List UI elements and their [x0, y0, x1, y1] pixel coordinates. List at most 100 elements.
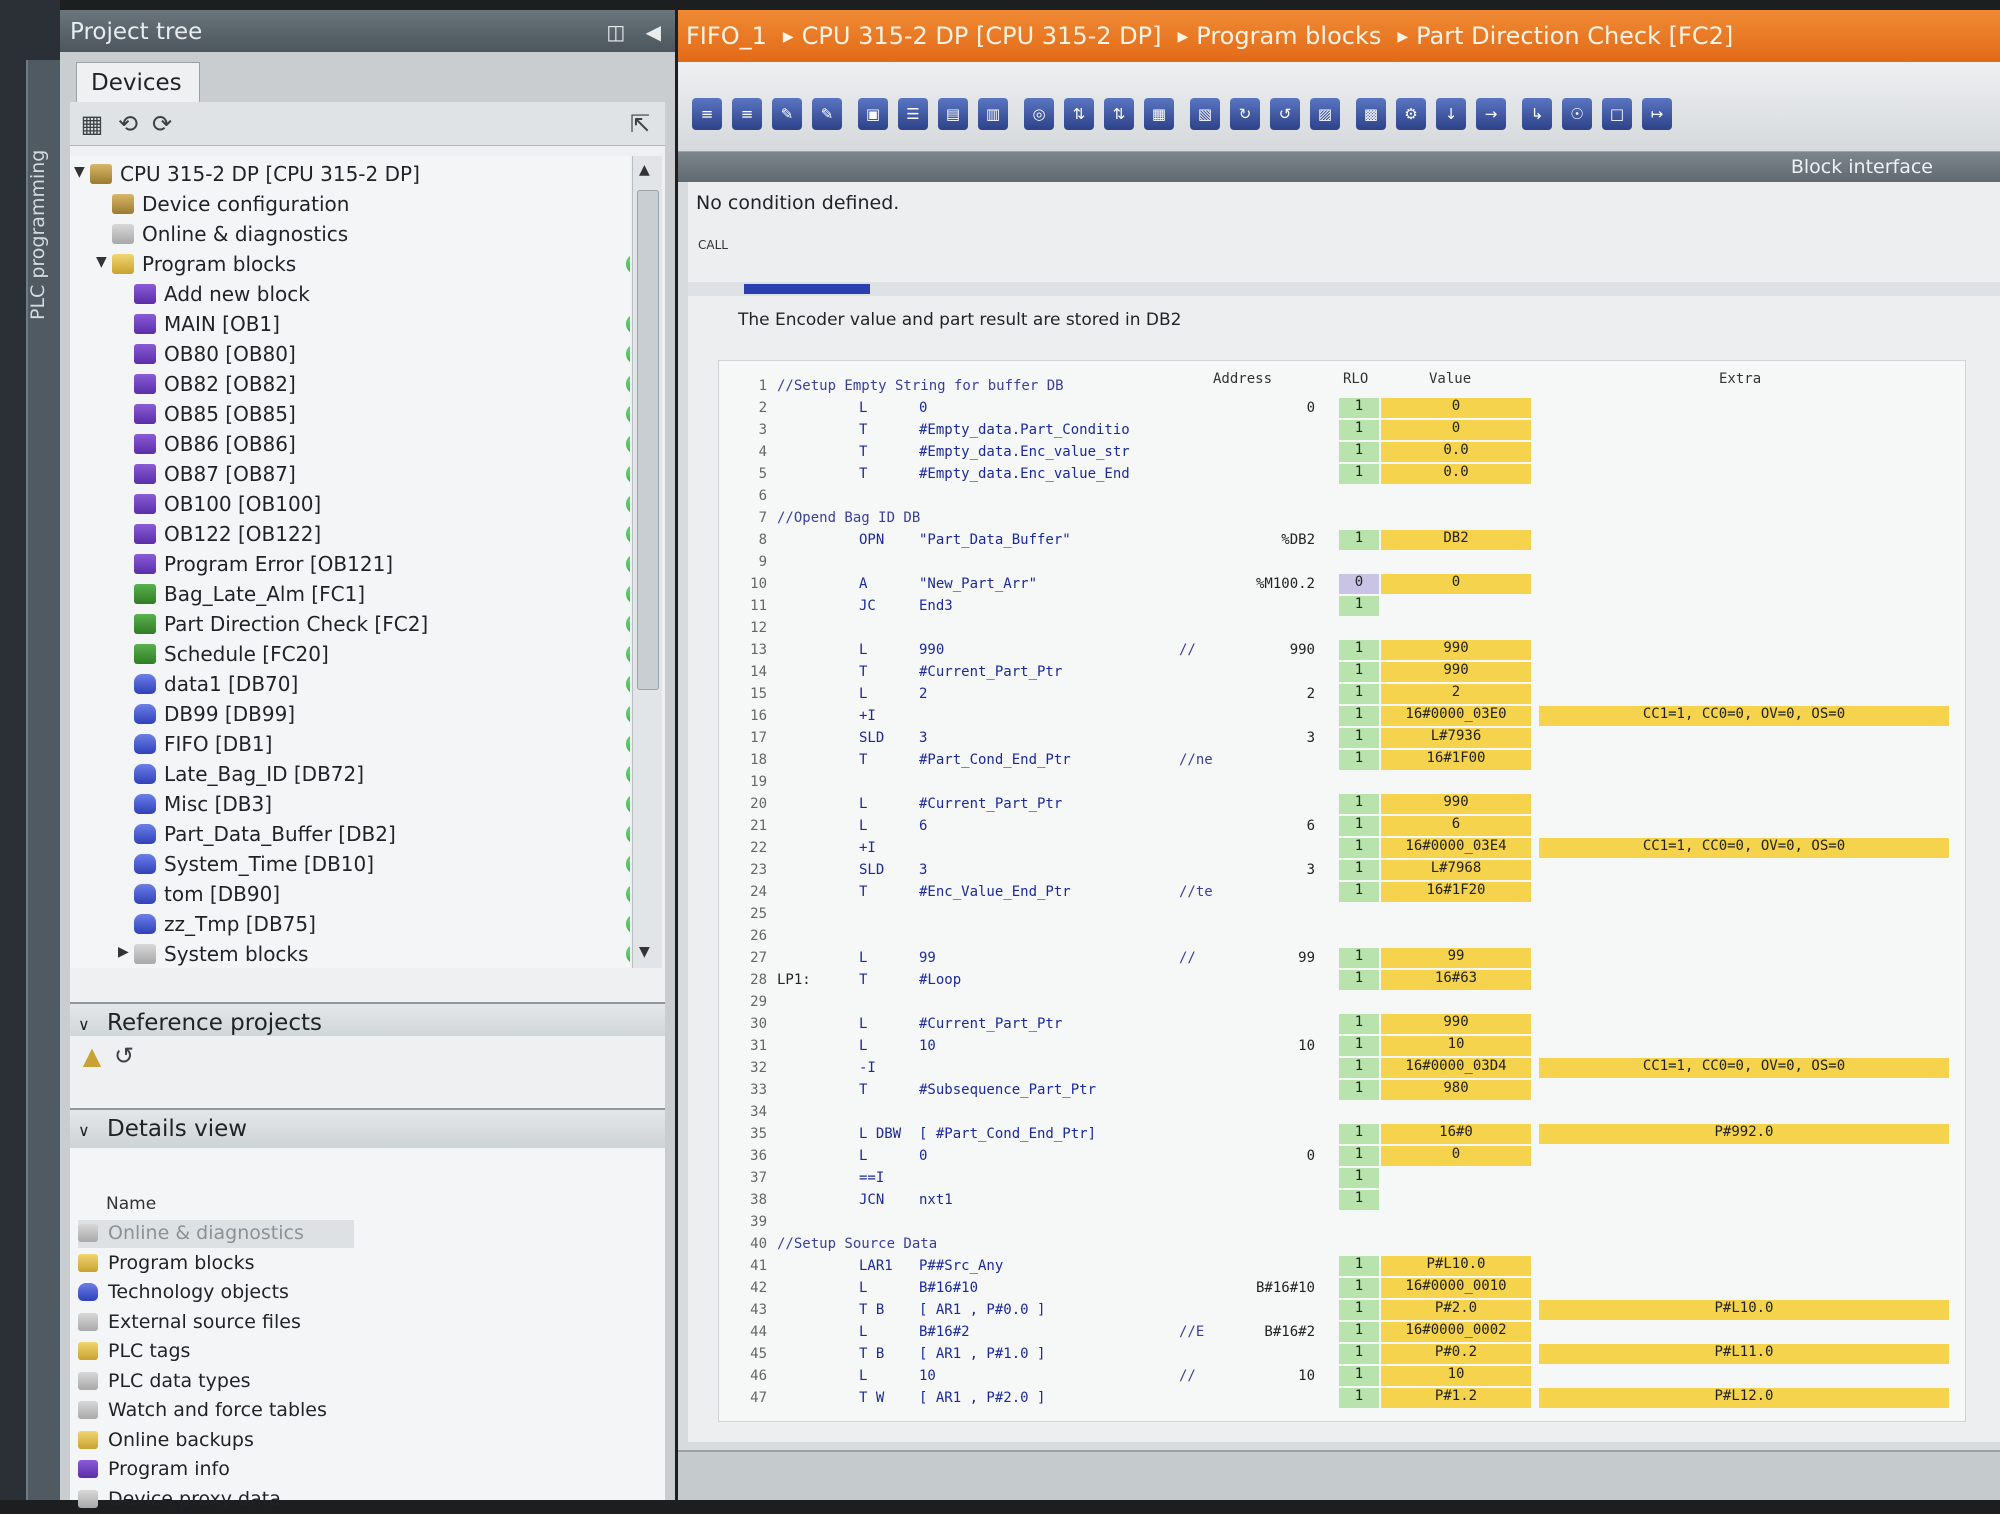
tree-item[interactable]: data1 [DB70]: [70, 670, 630, 700]
close-block-icon[interactable]: ↦: [1642, 98, 1672, 130]
code-line[interactable]: 43 T B [ AR1 , P#0.0 ] 1 P#2.0 P#L10.0: [719, 1299, 1967, 1321]
details-item[interactable]: PLC tags: [78, 1338, 638, 1366]
monitor-icon[interactable]: ▩: [1356, 98, 1386, 130]
tree-item[interactable]: ▶ System blocks: [70, 940, 630, 968]
details-view-header[interactable]: ∨ Details view: [70, 1108, 665, 1148]
go-next-icon[interactable]: →: [1476, 98, 1506, 130]
code-line[interactable]: 38 JCN nxt1 1: [719, 1189, 1967, 1211]
tree-item[interactable]: zz_Tmp [DB75]: [70, 910, 630, 940]
code-line[interactable]: 45 T B [ AR1 , P#1.0 ] 1 P#0.2 P#L11.0: [719, 1343, 1967, 1365]
tree-item[interactable]: OB82 [OB82]: [70, 370, 630, 400]
jump-icon[interactable]: ↳: [1522, 98, 1552, 130]
code-line[interactable]: 20 L #Current_Part_Ptr 1 990: [719, 793, 1967, 815]
tree-item[interactable]: ▼ Program blocks: [70, 250, 630, 280]
new-device-icon[interactable]: ▦: [78, 110, 106, 138]
code-line[interactable]: 33 T #Subsequence_Part_Ptr 1 980: [719, 1079, 1967, 1101]
breadcrumb-item[interactable]: CPU 315-2 DP [CPU 315-2 DP]: [802, 22, 1162, 50]
tree-item[interactable]: Device configuration: [70, 190, 630, 220]
code-line[interactable]: 10 A "New_Part_Arr" %M100.2 0 0: [719, 573, 1967, 595]
code-line[interactable]: 15 L 2 2 1 2: [719, 683, 1967, 705]
code-line[interactable]: 24 T #Enc_Value_End_Ptr //te 1 16#1F20: [719, 881, 1967, 903]
code-line[interactable]: 28 LP1: T #Loop 1 16#63: [719, 969, 1967, 991]
tree-item[interactable]: ▼ CPU 315-2 DP [CPU 315-2 DP]: [70, 160, 630, 190]
tree-item[interactable]: FIFO [DB1]: [70, 730, 630, 760]
tree-item[interactable]: Late_Bag_ID [DB72]: [70, 760, 630, 790]
code-line[interactable]: 17 SLD 3 3 1 L#7936: [719, 727, 1967, 749]
tree-item[interactable]: Online & diagnostics: [70, 220, 630, 250]
block-interface-bar[interactable]: Block interface: [678, 152, 2000, 182]
code-line[interactable]: 2L0010: [719, 397, 1967, 419]
tree-item[interactable]: Part Direction Check [FC2]: [70, 610, 630, 640]
tree-item[interactable]: OB122 [OB122]: [70, 520, 630, 550]
code-line[interactable]: 13 L 990//990 1 990: [719, 639, 1967, 661]
list-view-icon[interactable]: ☰: [898, 98, 928, 130]
tree-scroll-thumb[interactable]: [637, 190, 659, 690]
code-line[interactable]: 18 T #Part_Cond_End_Ptr //ne 1 16#1F00: [719, 749, 1967, 771]
collapse-arrow-icon[interactable]: ▶: [118, 944, 129, 960]
details-name-column[interactable]: Name: [106, 1194, 156, 1214]
code-line[interactable]: 44 L B#16#2 //E B#16#2 1 16#0000_0002: [719, 1321, 1967, 1343]
code-line[interactable]: 22 +I 1 16#0000_03E4 CC1=1, CC0=0, OV=0, OS=…: [719, 837, 1967, 859]
code-line[interactable]: 19: [719, 771, 1967, 793]
watch-icon[interactable]: ☉: [1562, 98, 1592, 130]
details-item[interactable]: Program blocks: [78, 1250, 638, 1278]
settings-icon[interactable]: ⚙: [1396, 98, 1426, 130]
tree-item[interactable]: Bag_Late_Alm [FC1]: [70, 580, 630, 610]
details-item[interactable]: Program info: [78, 1456, 638, 1484]
tree-item[interactable]: Schedule [FC20]: [70, 640, 630, 670]
expand-icon[interactable]: ▤: [938, 98, 968, 130]
code-line[interactable]: 27 L 99//99 1 99: [719, 947, 1967, 969]
code-line[interactable]: 31 L 10 10 1 10: [719, 1035, 1967, 1057]
details-item[interactable]: Online & diagnostics: [78, 1220, 354, 1248]
tree-item[interactable]: OB86 [OB86]: [70, 430, 630, 460]
code-line[interactable]: 47 T W [ AR1 , P#2.0 ] 1 P#1.2 P#L12.0: [719, 1387, 1967, 1409]
move-up-icon[interactable]: ⇅: [1064, 98, 1094, 130]
frame-icon[interactable]: □: [1602, 98, 1632, 130]
absolute-icon[interactable]: ▦: [1144, 98, 1174, 130]
code-line[interactable]: 36 L 0 0 1 0: [719, 1145, 1967, 1167]
details-item[interactable]: Watch and force tables: [78, 1397, 638, 1425]
network-comment[interactable]: The Encoder value and part result are st…: [738, 310, 1181, 330]
network-view-icon[interactable]: ▣: [858, 98, 888, 130]
code-line[interactable]: 42 L B#16#10 B#16#10 1 16#0000_0010: [719, 1277, 1967, 1299]
code-line[interactable]: 21 L 6 6 1 6: [719, 815, 1967, 837]
code-line[interactable]: 40 //Setup Source Data: [719, 1233, 1967, 1255]
code-line[interactable]: 4 T #Empty_data.Enc_value_str 1 0.0: [719, 441, 1967, 463]
edit-all-icon[interactable]: ✎: [812, 98, 842, 130]
code-line[interactable]: 30 L #Current_Part_Ptr 1 990: [719, 1013, 1967, 1035]
tree-item[interactable]: OB87 [OB87]: [70, 460, 630, 490]
tree-item[interactable]: Misc [DB3]: [70, 790, 630, 820]
code-line[interactable]: 16 +I 1 16#0000_03E0 CC1=1, CC0=0, OV=0, OS=…: [719, 705, 1967, 727]
collapse-icon[interactable]: ▥: [978, 98, 1008, 130]
edit-icon[interactable]: ✎: [772, 98, 802, 130]
code-line[interactable]: 39: [719, 1211, 1967, 1233]
undo-icon[interactable]: ↺: [1270, 98, 1300, 130]
code-line[interactable]: 7 //Opend Bag ID DB: [719, 507, 1967, 529]
code-line[interactable]: 34: [719, 1101, 1967, 1123]
code-line[interactable]: 12: [719, 617, 1967, 639]
breadcrumb-item[interactable]: FIFO_1: [686, 22, 767, 50]
expand-arrow-icon[interactable]: ▼: [96, 254, 107, 270]
details-item[interactable]: External source files: [78, 1309, 638, 1337]
code-line[interactable]: 3 T #Empty_data.Part_Conditio 1 0: [719, 419, 1967, 441]
tree-item[interactable]: Part_Data_Buffer [DB2]: [70, 820, 630, 850]
code-line[interactable]: 5 T #Empty_data.Enc_value_End 1 0.0: [719, 463, 1967, 485]
code-line[interactable]: 32 -I 1 16#0000_03D4 CC1=1, CC0=0, OV=0, OS=…: [719, 1057, 1967, 1079]
comment-icon[interactable]: ◎: [1024, 98, 1054, 130]
details-item[interactable]: Technology objects: [78, 1279, 638, 1307]
details-item[interactable]: PLC data types: [78, 1368, 638, 1396]
code-line[interactable]: 9: [719, 551, 1967, 573]
code-line[interactable]: 23 SLD 3 3 1 L#7968: [719, 859, 1967, 881]
tree-item[interactable]: MAIN [OB1]: [70, 310, 630, 340]
tree-item[interactable]: OB80 [OB80]: [70, 340, 630, 370]
symbolic-icon[interactable]: ▧: [1190, 98, 1220, 130]
code-line[interactable]: 46 L 10//10 1 10: [719, 1365, 1967, 1387]
code-line[interactable]: 25: [719, 903, 1967, 925]
insert-network-icon[interactable]: ≡: [692, 98, 722, 130]
stl-code-area[interactable]: Address RLO Value Extra 1//Setup Empty S…: [718, 360, 1966, 1422]
tree-item[interactable]: System_Time [DB10]: [70, 850, 630, 880]
back-icon[interactable]: ⟲: [114, 110, 142, 138]
code-line[interactable]: 6: [719, 485, 1967, 507]
details-item[interactable]: Online backups: [78, 1427, 638, 1455]
expand-arrow-icon[interactable]: ▼: [74, 164, 85, 180]
